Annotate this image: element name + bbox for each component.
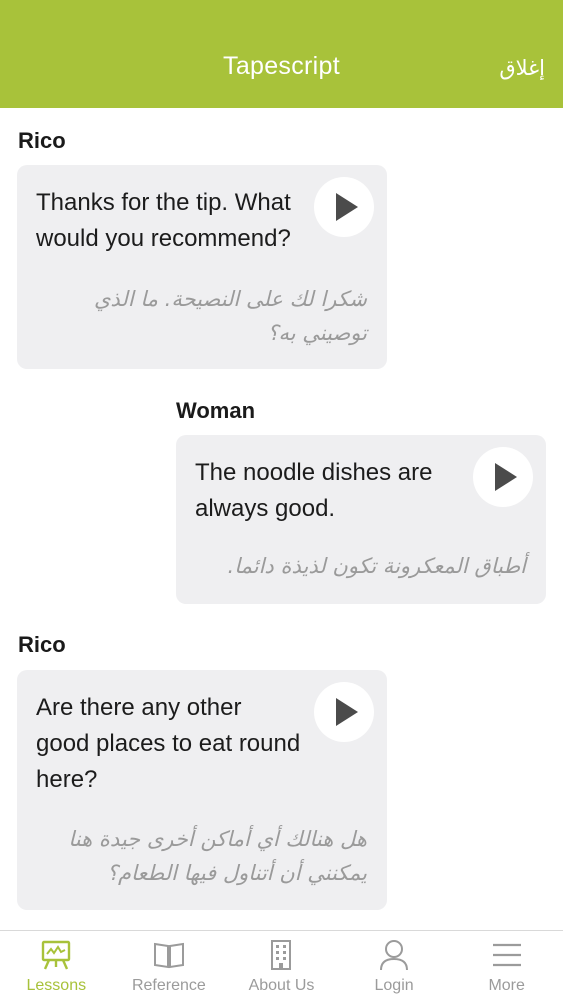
speaker-name: Rico <box>18 128 66 153</box>
arabic-line: هل هنالك أي أماكن أخرى جيدة هنا <box>68 827 367 851</box>
english-text: The noodle dishes are always good. <box>195 455 433 527</box>
arabic-line: يمكنني أن أتناول فيها الطعام؟ <box>106 861 367 885</box>
arabic-translation: هل هنالك أي أماكن أخرى جيدة هنا يمكنني أ… <box>36 822 367 890</box>
english-line: The noodle dishes are <box>195 459 433 486</box>
play-button[interactable] <box>473 447 533 507</box>
tab-more[interactable]: More <box>450 931 563 1000</box>
message-bubble: Thanks for the tip. What would you recom… <box>17 165 387 369</box>
user-icon <box>380 940 409 971</box>
easel-icon <box>42 940 71 970</box>
close-button[interactable]: إغلاق <box>499 56 545 80</box>
page-title: Tapescript <box>223 52 340 80</box>
tab-label: Reference <box>131 977 206 994</box>
tab-lessons[interactable]: Lessons <box>0 931 113 1000</box>
building-icon <box>271 940 292 970</box>
play-button[interactable] <box>314 682 374 742</box>
play-button[interactable] <box>314 177 374 237</box>
menu-icon <box>492 943 521 967</box>
english-line: Thanks for the tip. What <box>36 189 291 216</box>
tab-label: Login <box>374 977 414 994</box>
play-icon <box>336 698 358 726</box>
arabic-line: أطباق المعكرونة تكون لذيذة دائما. <box>227 554 526 578</box>
arabic-line: شكرا لك على النصيحة. ما الذي <box>93 287 367 311</box>
tab-reference[interactable]: Reference <box>113 931 226 1000</box>
bottom-tab-bar: Lessons Reference About Us Login More <box>0 930 563 1000</box>
english-line: good places to eat round <box>36 730 301 757</box>
speaker-name: Rico <box>18 632 66 657</box>
tab-label: About Us <box>248 977 315 994</box>
arabic-translation: شكرا لك على النصيحة. ما الذي توصيني به؟ <box>36 282 367 350</box>
arabic-translation: أطباق المعكرونة تكون لذيذة دائما. <box>195 549 526 583</box>
tab-label: Lessons <box>26 977 87 994</box>
tapescript-list[interactable]: Rico Thanks for the tip. What would you … <box>0 108 563 930</box>
play-icon <box>495 463 517 491</box>
book-icon <box>153 942 184 969</box>
play-icon <box>336 193 358 221</box>
english-text: Are there any other good places to eat r… <box>36 690 300 798</box>
english-line: here? <box>36 766 98 793</box>
top-bar: Tapescript إغلاق <box>0 0 563 108</box>
message-bubble: The noodle dishes are always good. أطباق… <box>176 435 546 604</box>
tab-about-us[interactable]: About Us <box>225 931 338 1000</box>
tab-login[interactable]: Login <box>338 931 451 1000</box>
message-bubble: Are there any other good places to eat r… <box>17 670 387 910</box>
speaker-name: Woman <box>176 398 256 423</box>
english-text: Thanks for the tip. What would you recom… <box>36 185 291 257</box>
arabic-line: توصيني به؟ <box>267 321 367 345</box>
english-line: always good. <box>195 495 336 522</box>
tab-label: More <box>488 977 525 994</box>
english-line: would you recommend? <box>36 225 291 252</box>
english-line: Are there any other <box>36 694 242 721</box>
